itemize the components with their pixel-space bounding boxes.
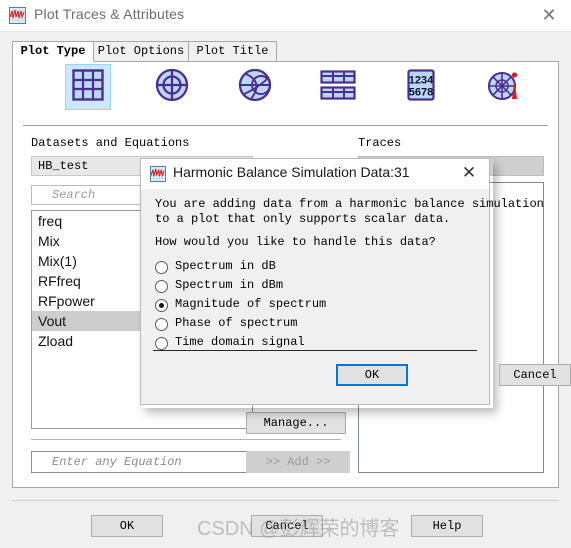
dialog-cancel-button[interactable]: Cancel [499, 364, 571, 386]
smith-chart-icon [238, 68, 272, 107]
close-icon[interactable]: ✕ [459, 163, 479, 183]
dialog-title: Harmonic Balance Simulation Data:31 [173, 164, 410, 180]
radio-label: Time domain signal [175, 335, 305, 349]
dialog-message-line-2: to a plot that only supports scalar data… [155, 212, 451, 226]
plot-type-polar[interactable] [149, 64, 195, 110]
window-titlebar: Plot Traces & Attributes ✕ [0, 0, 571, 32]
polar-plot-icon [155, 68, 189, 107]
tab-plot-options[interactable]: Plot Options [93, 41, 189, 62]
plot-type-smith-chart[interactable] [232, 64, 278, 110]
footer-divider [12, 500, 559, 501]
plot-type-list[interactable]: 1234 5678 [398, 64, 444, 110]
dialog-question: How would you like to handle this data? [155, 235, 436, 249]
search-placeholder: Search [52, 188, 96, 202]
tab-plot-title[interactable]: Plot Title [188, 41, 277, 62]
manage-button[interactable]: Manage... [246, 412, 346, 434]
plot-window-icon [9, 7, 26, 24]
toolbar-divider [23, 125, 548, 126]
equation-input[interactable]: Enter any Equation [31, 451, 253, 473]
equation-placeholder: Enter any Equation [52, 455, 182, 469]
dataset-combo-value: HB_test [38, 159, 89, 173]
radio-label: Spectrum in dB [175, 259, 276, 273]
help-button[interactable]: Help [411, 515, 483, 537]
list-numbers-icon: 1234 5678 [404, 68, 438, 107]
ok-button[interactable]: OK [91, 515, 163, 537]
radio-label: Spectrum in dBm [175, 278, 284, 292]
dialog-body: You are adding data from a harmonic bala… [141, 189, 571, 404]
antenna-pattern-icon [487, 68, 521, 107]
radio-icon [155, 280, 168, 293]
dialog-button-divider [153, 350, 477, 351]
radio-icon [155, 318, 168, 331]
tab-plot-type[interactable]: Plot Type [12, 41, 94, 62]
rectangular-plot-icon [71, 68, 105, 107]
harmonic-balance-dialog: Harmonic Balance Simulation Data:31 ✕ Yo… [140, 158, 571, 405]
plot-type-rectangular[interactable] [65, 64, 111, 110]
svg-text:1234: 1234 [409, 74, 434, 86]
plot-window-icon [150, 166, 166, 182]
radio-label: Phase of spectrum [175, 316, 298, 330]
dialog-message-line-1: You are adding data from a harmonic bala… [155, 197, 544, 211]
radio-label: Magnitude of spectrum [175, 297, 327, 311]
plot-type-antenna-pattern[interactable] [481, 64, 527, 110]
cancel-button[interactable]: Cancel [251, 515, 323, 537]
svg-text:5678: 5678 [409, 86, 433, 98]
close-icon[interactable]: ✕ [539, 6, 559, 26]
plot-type-toolbar: 1234 5678 [13, 64, 558, 118]
dialog-titlebar: Harmonic Balance Simulation Data:31 ✕ [141, 159, 489, 189]
radio-icon [155, 337, 168, 350]
plot-type-stacked-table[interactable] [315, 64, 361, 110]
plot-traces-window: Plot Traces & Attributes ✕ Plot Type Plo… [0, 0, 571, 548]
dialog-ok-button[interactable]: OK [336, 364, 408, 386]
equation-divider [31, 439, 341, 440]
radio-icon-selected [155, 299, 168, 312]
add-button[interactable]: >> Add >> [246, 451, 350, 473]
window-title: Plot Traces & Attributes [34, 6, 185, 22]
stacked-table-icon [320, 68, 356, 107]
traces-section-label: Traces [358, 136, 402, 150]
datasets-section-label: Datasets and Equations [31, 136, 190, 150]
tab-strip: Plot Type Plot Options Plot Title [12, 41, 559, 62]
radio-icon [155, 261, 168, 274]
